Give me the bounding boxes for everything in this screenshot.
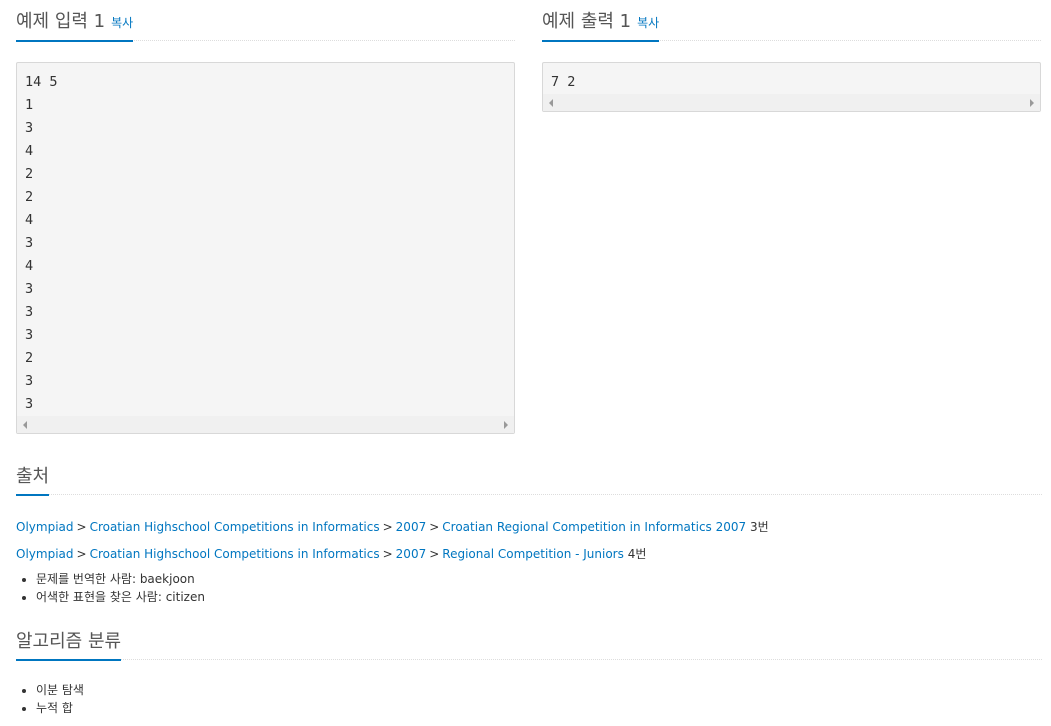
source-link-regional-2007[interactable]: Croatian Regional Competition in Informa… bbox=[442, 520, 746, 534]
scroll-right-icon[interactable] bbox=[1030, 99, 1034, 107]
sample-output-data: 7 2 bbox=[551, 74, 576, 90]
source-line-2: Olympiad > Croatian Highschool Competition… bbox=[16, 545, 646, 562]
breadcrumb-separator: > bbox=[429, 547, 440, 561]
breadcrumb-separator: > bbox=[76, 547, 87, 561]
algorithm-tag[interactable]: 이분 탐색 bbox=[36, 681, 84, 699]
source-link-2007[interactable]: 2007 bbox=[396, 520, 427, 534]
sample-input-panel: 예제 입력 1 복사 14 5 1 3 4 2 2 4 3 4 3 3 3 2 3… bbox=[16, 0, 515, 434]
source-link-olympiad[interactable]: Olympiad bbox=[16, 547, 74, 561]
credits-list: 문제를 번역한 사람: baekjoon 어색한 표현을 찾은 사람: citi… bbox=[16, 570, 205, 606]
sample-input-title: 예제 입력 1 복사 bbox=[16, 7, 134, 42]
source-link-olympiad[interactable]: Olympiad bbox=[16, 520, 74, 534]
scroll-right-icon[interactable] bbox=[504, 421, 508, 429]
source-link-2007[interactable]: 2007 bbox=[396, 547, 427, 561]
breadcrumb-separator: > bbox=[429, 520, 440, 534]
sample-output-headline: 예제 출력 1 복사 bbox=[542, 0, 1041, 42]
horizontal-scrollbar[interactable] bbox=[543, 94, 1040, 111]
source-line-1: Olympiad > Croatian Highschool Competition… bbox=[16, 518, 769, 535]
sample-output-box[interactable]: 7 2 bbox=[542, 62, 1041, 112]
sample-input-headline: 예제 입력 1 복사 bbox=[16, 0, 515, 42]
horizontal-scrollbar[interactable] bbox=[17, 416, 514, 433]
sample-input-data: 14 5 1 3 4 2 2 4 3 4 3 3 3 2 3 3 bbox=[25, 74, 58, 412]
credit-user[interactable]: baekjoon bbox=[140, 572, 195, 586]
algorithm-headline: 알고리즘 분류 bbox=[16, 627, 1042, 661]
credit-label: 문제를 번역한 사람: bbox=[36, 572, 140, 586]
credit-item-proofreader: 어색한 표현을 찾은 사람: citizen bbox=[36, 588, 205, 606]
sample-input-box[interactable]: 14 5 1 3 4 2 2 4 3 4 3 3 3 2 3 3 bbox=[16, 62, 515, 434]
copy-input-button[interactable]: 복사 bbox=[111, 16, 133, 30]
sample-output-title-text: 예제 출력 1 bbox=[542, 11, 632, 32]
credit-label: 어색한 표현을 찾은 사람: bbox=[36, 590, 166, 604]
source-title: 출처 bbox=[16, 462, 50, 496]
algorithm-tag[interactable]: 누적 합 bbox=[36, 699, 84, 717]
credit-item-translator: 문제를 번역한 사람: baekjoon bbox=[36, 570, 205, 588]
algorithm-tags: 이분 탐색 누적 합 bbox=[16, 681, 84, 717]
breadcrumb-separator: > bbox=[76, 520, 87, 534]
source-problem-number: 4번 bbox=[627, 547, 647, 561]
breadcrumb-separator: > bbox=[382, 547, 393, 561]
sample-output-panel: 예제 출력 1 복사 7 2 bbox=[542, 0, 1041, 112]
algorithm-section: 알고리즘 분류 bbox=[16, 627, 1042, 661]
sample-input-title-text: 예제 입력 1 bbox=[16, 11, 106, 32]
source-link-regional-juniors[interactable]: Regional Competition - Juniors bbox=[442, 547, 624, 561]
source-problem-number: 3번 bbox=[749, 520, 769, 534]
scroll-left-icon[interactable] bbox=[549, 99, 553, 107]
copy-output-button[interactable]: 복사 bbox=[637, 16, 659, 30]
scroll-left-icon[interactable] bbox=[23, 421, 27, 429]
sample-output-title: 예제 출력 1 복사 bbox=[542, 7, 660, 42]
source-section: 출처 bbox=[16, 462, 1042, 496]
breadcrumb-separator: > bbox=[382, 520, 393, 534]
source-link-croatian-highschool[interactable]: Croatian Highschool Competitions in Info… bbox=[90, 520, 380, 534]
credit-user[interactable]: citizen bbox=[166, 590, 205, 604]
source-link-croatian-highschool[interactable]: Croatian Highschool Competitions in Info… bbox=[90, 547, 380, 561]
algorithm-title: 알고리즘 분류 bbox=[16, 627, 122, 661]
source-headline: 출처 bbox=[16, 462, 1042, 496]
